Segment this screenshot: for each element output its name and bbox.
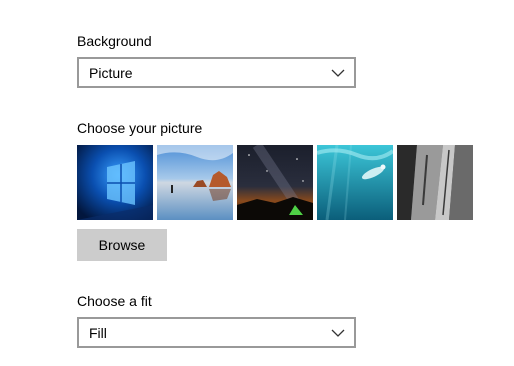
chevron-down-icon: [330, 68, 346, 78]
thumbnail-night-sky-tent[interactable]: [237, 145, 313, 220]
thumbnail-rock-cliff-grayscale[interactable]: [397, 145, 473, 220]
choose-fit-label: Choose a fit: [77, 293, 152, 309]
background-dropdown[interactable]: Picture: [77, 57, 356, 88]
fit-dropdown[interactable]: Fill: [77, 317, 356, 348]
thumbnail-underwater-swimmer[interactable]: [317, 145, 393, 220]
choose-picture-label: Choose your picture: [77, 120, 203, 136]
browse-button[interactable]: Browse: [77, 229, 167, 261]
fit-dropdown-value: Fill: [89, 324, 107, 341]
thumbnail-beach-rocks[interactable]: [157, 145, 233, 220]
chevron-down-icon: [330, 328, 346, 338]
picture-thumbnails: [77, 145, 473, 220]
thumbnail-windows-blue-light[interactable]: [77, 145, 153, 220]
background-label: Background: [77, 33, 152, 49]
background-dropdown-value: Picture: [89, 64, 133, 81]
